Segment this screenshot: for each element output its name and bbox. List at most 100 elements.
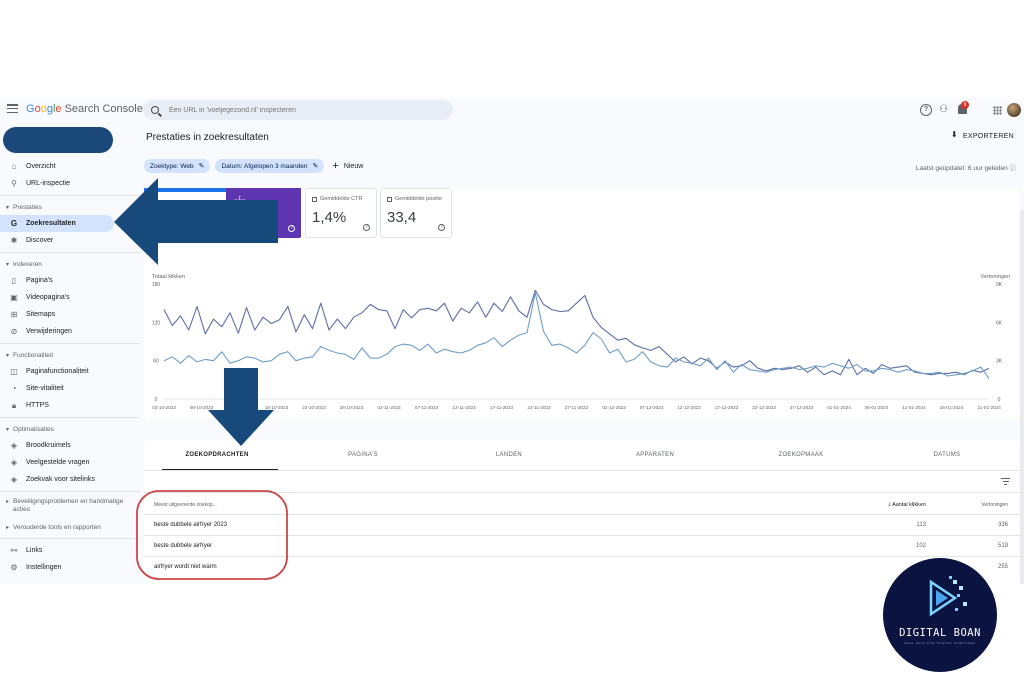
- sidebar-item-instellingen[interactable]: ⚙ Instellingen: [0, 559, 140, 576]
- y-right-tick-label: 0: [998, 397, 1001, 403]
- x-tick-label: 23-10-2023: [302, 405, 326, 410]
- sidebar: ⌂ Overzicht ⚲ URL-inspectie ▾ Prestaties GZ…: [0, 124, 140, 584]
- people-settings-icon[interactable]: ⚇: [939, 104, 951, 116]
- x-tick-label: 02-11-2023: [377, 405, 401, 410]
- digital-boan-logo: DIGITAL BOAN REAL DATA FOR SCHOOL PURPOS…: [883, 558, 997, 672]
- tab-apparaten[interactable]: APPARATEN: [582, 440, 728, 470]
- dimension-tabs: ZOEKOPDRACHTEN PAGINA'S LANDEN APPARATEN ZOE…: [144, 440, 1020, 470]
- filter-icon[interactable]: [1001, 478, 1010, 485]
- url-inspect-input[interactable]: [169, 106, 429, 114]
- section-indexeren[interactable]: ▾ Indexeren: [0, 256, 140, 272]
- google-g-icon: G: [10, 218, 18, 228]
- column-query[interactable]: Meest uitgevoerde zoekop...: [154, 502, 217, 508]
- table-row[interactable]: beste dubbele airfryer 2023 113 336: [144, 514, 1020, 535]
- menu-icon[interactable]: [7, 104, 18, 113]
- sidebar-item-videopaginas[interactable]: ▣ Videopagina's: [0, 289, 140, 306]
- top-bar: Google Search Console ? ⚇ 9: [0, 98, 1024, 122]
- sidebar-item-overzicht[interactable]: ⌂ Overzicht: [0, 158, 140, 175]
- sidebar-item-discover[interactable]: ✱ Discover: [0, 232, 140, 249]
- table-row[interactable]: beste dubbele airfryer 102 519: [144, 535, 1020, 556]
- edit-icon: ✎: [198, 163, 205, 170]
- sidebar-nav: ⌂ Overzicht ⚲ URL-inspectie ▾ Prestaties GZ…: [0, 158, 140, 576]
- sidebar-item-verwijderingen[interactable]: ⊘ Verwijderingen: [0, 323, 140, 340]
- x-tick-label: 01-01-2024: [827, 405, 851, 410]
- sitemap-icon: ⊞: [10, 309, 18, 319]
- tab-landen[interactable]: LANDEN: [436, 440, 582, 470]
- url-inspect-search[interactable]: [143, 100, 453, 120]
- sidebar-item-https[interactable]: 🔒︎ HTTPS: [0, 397, 140, 414]
- diamond-icon: ◈: [10, 474, 18, 484]
- sidebar-item-veelgestelde-vragen[interactable]: ◈ Veelgestelde vragen: [0, 454, 140, 471]
- gear-icon: ⚙: [10, 562, 18, 572]
- column-impressions[interactable]: Vertoningen: [981, 502, 1008, 508]
- x-tick-label: 08-10-2023: [190, 405, 214, 410]
- home-icon: ⌂: [11, 161, 17, 171]
- sidebar-item-paginas[interactable]: ▯ Pagina's: [0, 272, 140, 289]
- google-search-console-logo[interactable]: Google Search Console: [26, 103, 143, 115]
- sidebar-item-sitemaps[interactable]: ⊞ Sitemaps: [0, 306, 140, 323]
- help-icon[interactable]: ?: [920, 104, 932, 116]
- x-tick-label: 12-11-2023: [452, 405, 476, 410]
- section-beveiliging[interactable]: ▸ Beveiligingsproblemen en handmatige act…: [0, 495, 140, 519]
- download-icon: [951, 130, 958, 140]
- tab-zoekopmaak[interactable]: ZOEKOPMAAK: [728, 440, 874, 470]
- x-tick-label: 28-10-2023: [340, 405, 364, 410]
- sidebar-item-links[interactable]: ⚯ Links: [0, 542, 140, 559]
- section-functionaliteit[interactable]: ▾ Functionaliteit: [0, 347, 140, 363]
- remove-icon: ⊘: [10, 326, 18, 336]
- last-updated: Laatst geüpdatet: 6 uur geleden ⓘ: [915, 165, 1016, 172]
- x-tick-label: 12-12-2023: [677, 405, 701, 410]
- performance-chart-card: ...t... ? Gemiddelde CTR 1,4% ? Gemiddel…: [144, 188, 1020, 420]
- diamond-icon: ◈: [10, 457, 18, 467]
- speed-icon: ◔: [11, 383, 17, 393]
- section-prestaties[interactable]: ▾ Prestaties: [0, 199, 140, 215]
- performance-line-chart[interactable]: 0 60 120 180 0 3K 6K 9K 03-10-2023 08-10-2023 13-1…: [144, 188, 1020, 420]
- filter-chip-search-type[interactable]: Zoektype: Web ✎: [144, 159, 211, 173]
- x-tick-label: 27-11-2023: [565, 405, 589, 410]
- sidebar-item-site-vitaliteit[interactable]: ◔ Site-vitaliteit: [0, 380, 140, 397]
- y-left-tick-label: 0: [155, 397, 158, 403]
- table-header: Meest uitgevoerde zoekop... 🡓 Aantal kli…: [144, 492, 1020, 514]
- scrollbar[interactable]: [1020, 210, 1024, 584]
- tab-paginas[interactable]: PAGINA'S: [290, 440, 436, 470]
- filter-chip-date[interactable]: Datum: Afgelopen 3 maanden ✎: [215, 159, 325, 173]
- x-tick-label: 02-12-2023: [602, 405, 626, 410]
- sidebar-item-paginafunctionaliteit[interactable]: ◫ Paginafunctionaliteit: [0, 363, 140, 380]
- y-right-tick-label: 6K: [996, 320, 1003, 326]
- export-button[interactable]: EXPORTEREN: [951, 130, 1014, 140]
- search-icon: ⚲: [11, 178, 17, 188]
- sidebar-item-zoekresultaten[interactable]: G Zoekresultaten: [0, 215, 114, 232]
- sidebar-item-url-inspectie[interactable]: ⚲ URL-inspectie: [0, 175, 140, 192]
- sidebar-item-zoekvak-sitelinks[interactable]: ◈ Zoekvak voor sitelinks: [0, 471, 140, 488]
- search-console-window: Google Search Console ? ⚇ 9 ⌂Overzicht ⚲…: [0, 98, 1024, 584]
- y-right-tick-label: 9K: [996, 282, 1003, 288]
- x-tick-label: 06-01-2024: [865, 405, 889, 410]
- x-tick-label: 17-11-2023: [490, 405, 514, 410]
- tab-datums[interactable]: DATUMS: [874, 440, 1020, 470]
- series-line-totaal-klikken: [163, 289, 990, 376]
- apps-grid-icon[interactable]: [993, 106, 1002, 115]
- filter-chips: Zoektype: Web ✎ Datum: Afgelopen 3 maande…: [144, 159, 363, 173]
- search-icon: [151, 106, 159, 114]
- x-tick-label: 03-10-2023: [152, 405, 176, 410]
- x-tick-label: 21-01-2024: [977, 405, 1001, 410]
- brand-tagline: REAL DATA FOR SCHOOL PURPOSES: [904, 641, 976, 645]
- y-left-tick-label: 60: [153, 359, 159, 365]
- x-tick-label: 17-12-2023: [715, 405, 739, 410]
- sidebar-item-broodkruimels[interactable]: ◈ Broodkruimels: [0, 437, 140, 454]
- diamond-icon: ◈: [10, 440, 18, 450]
- page-experience-icon: ◫: [10, 366, 18, 376]
- page-title: Prestaties in zoekresultaten: [146, 132, 269, 143]
- section-verouderde-tools[interactable]: ▸ Verouderde tools en rapporten: [0, 519, 140, 535]
- x-tick-label: 07-12-2023: [640, 405, 664, 410]
- y-left-tick-label: 120: [152, 320, 161, 326]
- x-tick-label: 27-12-2023: [790, 405, 814, 410]
- avatar[interactable]: [1007, 103, 1021, 117]
- column-clicks[interactable]: 🡓 Aantal klikken: [888, 501, 926, 510]
- section-optimalisaties[interactable]: ▾ Optimalisaties: [0, 421, 140, 437]
- tab-zoekopdrachten[interactable]: ZOEKOPDRACHTEN: [144, 440, 290, 470]
- play-icon: [929, 576, 967, 617]
- y-left-tick-label: 180: [152, 282, 161, 288]
- property-selector[interactable]: [3, 127, 113, 153]
- new-filter-button[interactable]: + Nieuw: [332, 161, 363, 172]
